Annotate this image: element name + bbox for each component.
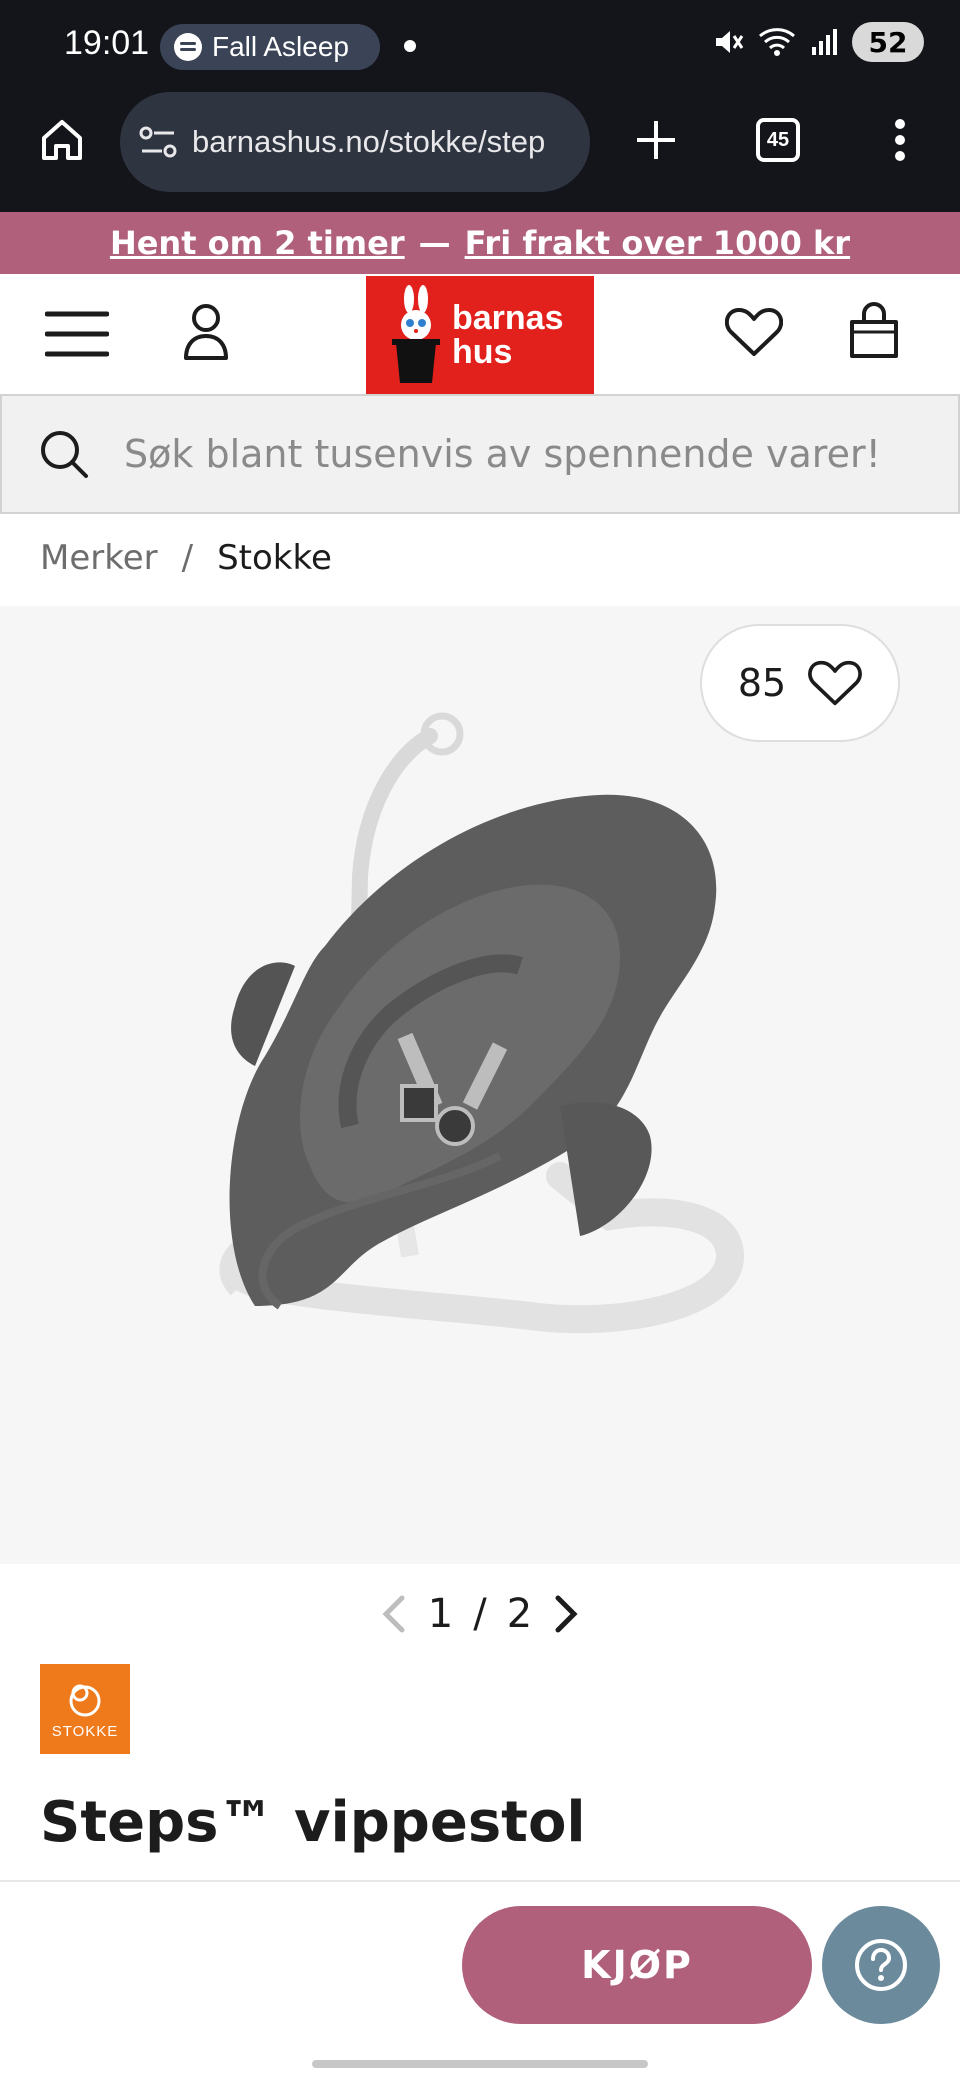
promo-separator: — [418,224,451,262]
stokke-logo-icon [69,1684,101,1716]
status-icons: 52 [712,22,924,62]
breadcrumb-stokke[interactable]: Stokke [217,538,332,578]
heart-icon [808,660,863,706]
image-pager: 1 / 2 [0,1584,960,1644]
logo-line-2: hus [452,333,513,371]
site-logo[interactable]: barnas hus [366,276,594,394]
product-gallery[interactable]: 85 [0,606,960,1564]
menu-icon[interactable] [44,308,110,360]
gesture-nav-bar[interactable] [312,2060,648,2068]
notification-dot-icon [404,40,416,52]
wishlist-button[interactable]: 85 [700,624,900,742]
cart-bag-icon[interactable] [846,300,902,362]
breadcrumb-merker[interactable]: Merker [40,538,158,578]
wishlist-count: 85 [737,661,787,705]
chevron-left-icon[interactable] [380,1594,408,1634]
spotify-icon [174,33,202,61]
site-settings-icon[interactable] [138,124,178,160]
address-bar[interactable]: barnashus.no/stokke/step [120,92,590,192]
more-menu-icon[interactable] [880,114,920,166]
pager-total: 2 [506,1591,533,1637]
bunny-hat-icon [392,285,440,383]
battery-indicator: 52 [852,22,924,62]
tab-switcher-button[interactable]: 45 [756,118,800,162]
browser-toolbar: barnashus.no/stokke/step 45 [0,92,960,212]
status-bar: 19:01 Fall Asleep 52 [0,0,960,92]
buy-button[interactable]: KJØP [462,1906,812,2024]
chevron-right-icon[interactable] [552,1594,580,1634]
media-title: Fall Asleep [212,31,349,62]
wishlist-icon[interactable] [724,304,784,360]
search-icon[interactable] [38,428,90,480]
promo-shipping-link[interactable]: Fri frakt over 1000 kr [465,224,850,262]
tab-count: 45 [756,118,800,162]
mute-icon [716,31,744,53]
breadcrumb: Merker / Stokke [40,538,332,578]
account-icon[interactable] [180,300,232,364]
site-header: barnas hus [0,274,960,394]
signal-icon [812,29,837,55]
help-button[interactable] [822,1906,940,2024]
bottom-action-bar: KJØP [0,1880,960,2080]
media-chip[interactable]: Fall Asleep [160,24,380,70]
pager-separator: / [473,1591,487,1637]
url-text: barnashus.no/stokke/step [192,124,546,159]
search-input[interactable] [124,432,944,476]
pager-current: 1 [427,1591,454,1637]
new-tab-icon[interactable] [630,114,682,166]
product-image [219,712,745,1334]
logo-line-1: barnas [452,299,564,337]
promo-pickup-link[interactable]: Hent om 2 timer [110,224,405,262]
product-title: Steps™ vippestol [40,1790,586,1855]
promo-banner: Hent om 2 timer — Fri frakt over 1000 kr [0,212,960,274]
search-bar [0,394,960,514]
wifi-icon [759,28,795,56]
help-icon [855,1939,907,1991]
brand-logo[interactable]: STOKKE [40,1664,130,1754]
breadcrumb-separator: / [181,538,194,578]
brand-logo-label: STOKKE [51,1722,119,1740]
home-icon[interactable] [34,112,90,168]
status-time: 19:01 [64,24,150,62]
